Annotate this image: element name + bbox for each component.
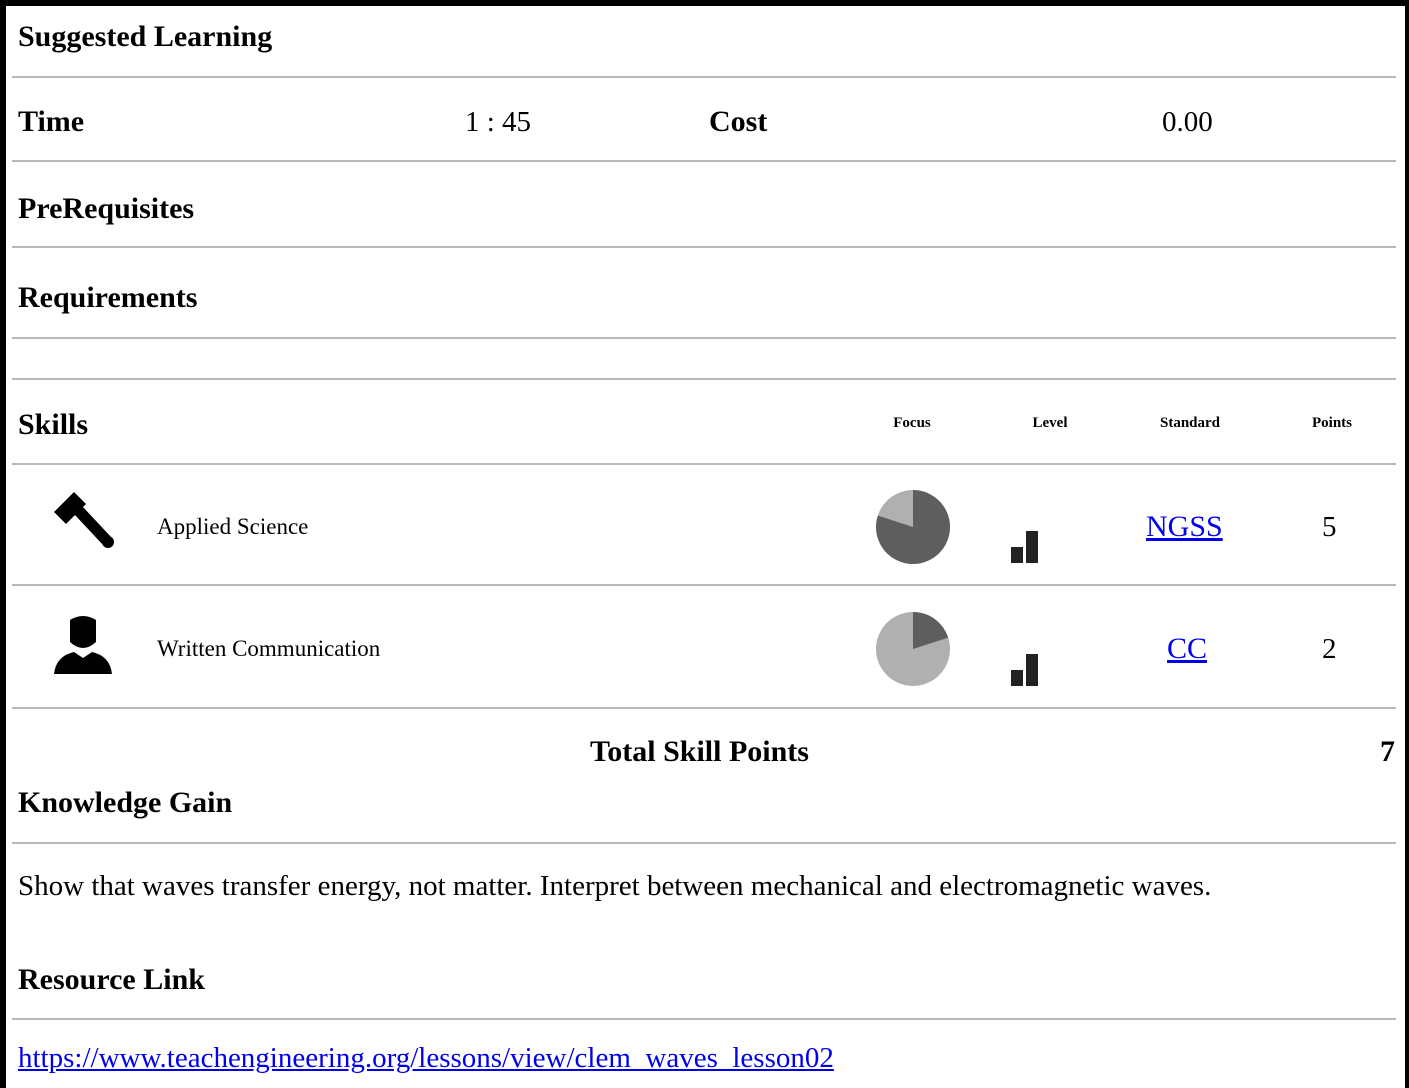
skills-label: Skills [18,408,89,441]
section-title-suggested-learning: Suggested Learning [18,20,273,53]
standard-link-ngss[interactable]: NGSS [1146,510,1223,544]
divider [12,378,1396,380]
total-skill-points-label: Total Skill Points [590,735,809,768]
divider [12,160,1396,162]
column-header-standard: Standard [1159,415,1221,431]
divider [12,76,1396,78]
divider [12,707,1396,709]
skill-name: Written Communication [157,636,381,661]
hammer-icon [54,492,114,548]
skill-name: Applied Science [157,514,309,539]
knowledge-gain-text: Show that waves transfer energy, not mat… [18,870,1212,902]
requirements-label: Requirements [18,281,198,314]
knowledge-gain-label: Knowledge Gain [18,786,233,819]
level-bars-icon [1011,531,1038,563]
divider [12,1018,1396,1020]
cost-label: Cost [709,105,768,138]
resource-link-label: Resource Link [18,963,205,996]
column-header-focus: Focus [893,415,931,431]
skill-points: 2 [1322,633,1337,665]
total-skill-points-value: 7 [1380,735,1395,768]
divider [12,463,1396,465]
focus-pie-chart [876,612,950,686]
standard-link-cc[interactable]: CC [1167,632,1207,666]
page-frame [0,0,1409,1088]
time-value: 1 : 45 [465,106,532,138]
prerequisites-label: PreRequisites [18,192,195,225]
divider [12,337,1396,339]
divider [12,246,1396,248]
divider [12,842,1396,844]
divider [12,584,1396,586]
skill-points: 5 [1322,511,1337,543]
column-header-level: Level [1032,415,1068,431]
time-label: Time [18,105,85,138]
cost-value: 0.00 [1162,106,1213,138]
resource-link-url[interactable]: https://www.teachengineering.org/lessons… [18,1042,834,1075]
focus-pie-chart [876,490,950,564]
level-bars-icon [1011,654,1038,686]
column-header-points: Points [1311,415,1352,431]
person-icon [54,616,112,674]
